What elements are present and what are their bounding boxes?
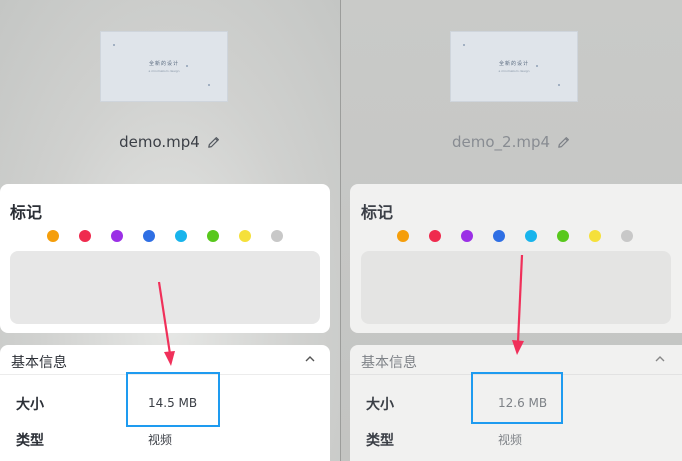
thumbnail-dot <box>463 44 465 46</box>
tag-color-yellow[interactable] <box>239 230 251 242</box>
pencil-icon[interactable] <box>556 135 571 150</box>
tag-color-blue[interactable] <box>143 230 155 242</box>
left-panel: 全新的设计 a minimalism design demo.mp4 标记 基本… <box>0 0 340 461</box>
type-value: 视频 <box>498 433 523 447</box>
chevron-up-icon[interactable] <box>654 353 666 368</box>
tag-color-picker <box>397 230 633 242</box>
tag-color-orange[interactable] <box>397 230 409 242</box>
thumbnail-dot <box>558 84 560 86</box>
tag-color-yellow[interactable] <box>589 230 601 242</box>
tag-color-green[interactable] <box>557 230 569 242</box>
type-value: 视频 <box>148 433 173 447</box>
size-label: 大小 <box>16 397 44 413</box>
tags-title: 标记 <box>361 203 394 222</box>
tag-color-green[interactable] <box>207 230 219 242</box>
tag-color-cyan[interactable] <box>525 230 537 242</box>
video-thumbnail[interactable]: 全新的设计 a minimalism design <box>100 31 228 102</box>
thumbnail-dot <box>536 65 538 67</box>
thumbnail-dot <box>186 65 188 67</box>
thumbnail-title: 全新的设计 <box>148 61 179 67</box>
tag-input-area[interactable] <box>10 251 320 324</box>
filename: demo.mp4 <box>119 133 200 151</box>
tag-color-red[interactable] <box>429 230 441 242</box>
filename: demo_2.mp4 <box>451 133 551 151</box>
highlight-box <box>471 372 563 424</box>
filename-row: demo.mp4 <box>0 133 340 151</box>
tag-color-blue[interactable] <box>493 230 505 242</box>
thumbnail-dot <box>208 84 210 86</box>
type-label: 类型 <box>366 433 394 449</box>
right-panel: 全新的设计 a minimalism design demo_2.mp4 标记 … <box>341 0 682 461</box>
tags-title: 标记 <box>10 203 43 222</box>
tag-color-picker <box>47 230 283 242</box>
thumbnail-subtitle: a minimalism design <box>148 69 180 73</box>
thumbnail-title: 全新的设计 <box>498 61 529 67</box>
tag-color-gray[interactable] <box>621 230 633 242</box>
info-section-title[interactable]: 基本信息 <box>11 352 67 372</box>
filename-row: demo_2.mp4 <box>341 133 682 151</box>
tag-color-orange[interactable] <box>47 230 59 242</box>
pencil-icon[interactable] <box>206 135 221 150</box>
highlight-box <box>126 372 220 427</box>
type-label: 类型 <box>16 433 44 449</box>
tag-color-gray[interactable] <box>271 230 283 242</box>
tag-color-cyan[interactable] <box>175 230 187 242</box>
tag-color-red[interactable] <box>79 230 91 242</box>
size-label: 大小 <box>366 397 394 413</box>
tag-color-purple[interactable] <box>111 230 123 242</box>
tag-input-area[interactable] <box>361 251 671 324</box>
info-section-title[interactable]: 基本信息 <box>361 352 417 372</box>
thumbnail-subtitle: a minimalism design <box>498 69 530 73</box>
video-thumbnail[interactable]: 全新的设计 a minimalism design <box>450 31 578 102</box>
thumbnail-dot <box>113 44 115 46</box>
tag-color-purple[interactable] <box>461 230 473 242</box>
chevron-up-icon[interactable] <box>304 353 316 368</box>
